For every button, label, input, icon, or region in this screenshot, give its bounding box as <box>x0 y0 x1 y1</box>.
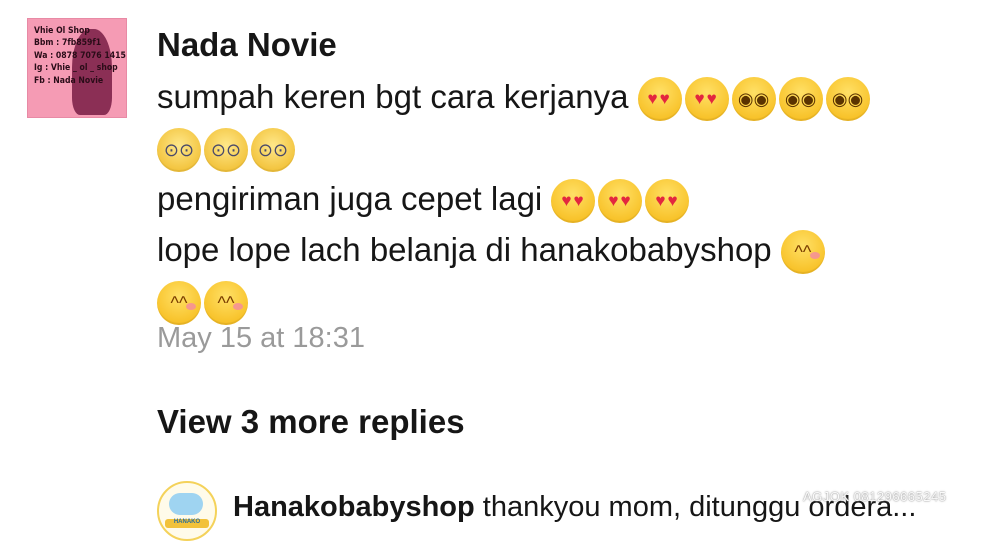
scream-emoji-icon: ⊙⊙ <box>157 128 201 173</box>
comment-line: ^^ ^^ <box>157 275 977 326</box>
comment-line: sumpah keren bgt cara kerjanya ♥♥ ♥♥ ◉◉ ◉◉ ◉… <box>157 71 977 122</box>
astonished-emoji-icon: ◉◉ <box>778 77 823 122</box>
comment-timestamp[interactable]: May 15 at 18:31 <box>157 322 365 355</box>
heart-eyes-emoji-icon: ♥♥ <box>645 179 690 224</box>
avatar-line: Wa : 0878 7076 1415 <box>34 50 126 61</box>
comment-author-name[interactable]: Nada Novie <box>157 26 337 64</box>
view-more-replies-link[interactable]: View 3 more replies <box>157 403 465 441</box>
scream-emoji-icon: ⊙⊙ <box>204 128 248 173</box>
watermark-text: AGJOK 081296665245 <box>803 489 947 504</box>
comment-text: sumpah keren bgt cara kerjanya <box>157 78 629 115</box>
avatar-text: Vhie Ol Shop Bbm : 7fb859f1 Wa : 0878 70… <box>34 25 126 87</box>
comment-line: pengiriman juga cepet lagi ♥♥ ♥♥ ♥♥ <box>157 173 977 224</box>
heart-eyes-emoji-icon: ♥♥ <box>598 179 643 224</box>
kissing-emoji-icon: ^^ <box>204 281 248 326</box>
avatar-cloud-shape <box>169 493 203 515</box>
avatar-line: Fb : Nada Novie <box>34 75 104 86</box>
reply-author-name[interactable]: Hanakobabyshop <box>233 491 475 523</box>
reply-avatar[interactable]: HANAKO <box>157 481 217 541</box>
avatar-line: Ig : Vhie _ ol _ shop <box>34 63 118 74</box>
comment-line: ⊙⊙ ⊙⊙ ⊙⊙ <box>157 122 977 173</box>
kissing-emoji-icon: ^^ <box>780 230 825 275</box>
heart-eyes-emoji-icon: ♥♥ <box>551 179 596 224</box>
comment-text: lope lope lach belanja di hanakobabyshop <box>157 231 772 268</box>
comment-body: sumpah keren bgt cara kerjanya ♥♥ ♥♥ ◉◉ ◉◉ ◉… <box>157 71 977 326</box>
comment-line: lope lope lach belanja di hanakobabyshop… <box>157 224 977 275</box>
commenter-avatar[interactable]: Vhie Ol Shop Bbm : 7fb859f1 Wa : 0878 70… <box>27 18 127 118</box>
heart-eyes-emoji-icon: ♥♥ <box>684 77 729 122</box>
kissing-emoji-icon: ^^ <box>157 281 201 326</box>
avatar-logo-text: HANAKO <box>173 519 201 525</box>
avatar-line: Bbm : 7fb859f1 <box>34 38 102 49</box>
heart-eyes-emoji-icon: ♥♥ <box>637 77 682 122</box>
comment-text: pengiriman juga cepet lagi <box>157 180 543 217</box>
scream-emoji-icon: ⊙⊙ <box>251 128 295 173</box>
astonished-emoji-icon: ◉◉ <box>731 77 776 122</box>
astonished-emoji-icon: ◉◉ <box>825 77 870 122</box>
avatar-line: Vhie Ol Shop <box>34 26 90 36</box>
